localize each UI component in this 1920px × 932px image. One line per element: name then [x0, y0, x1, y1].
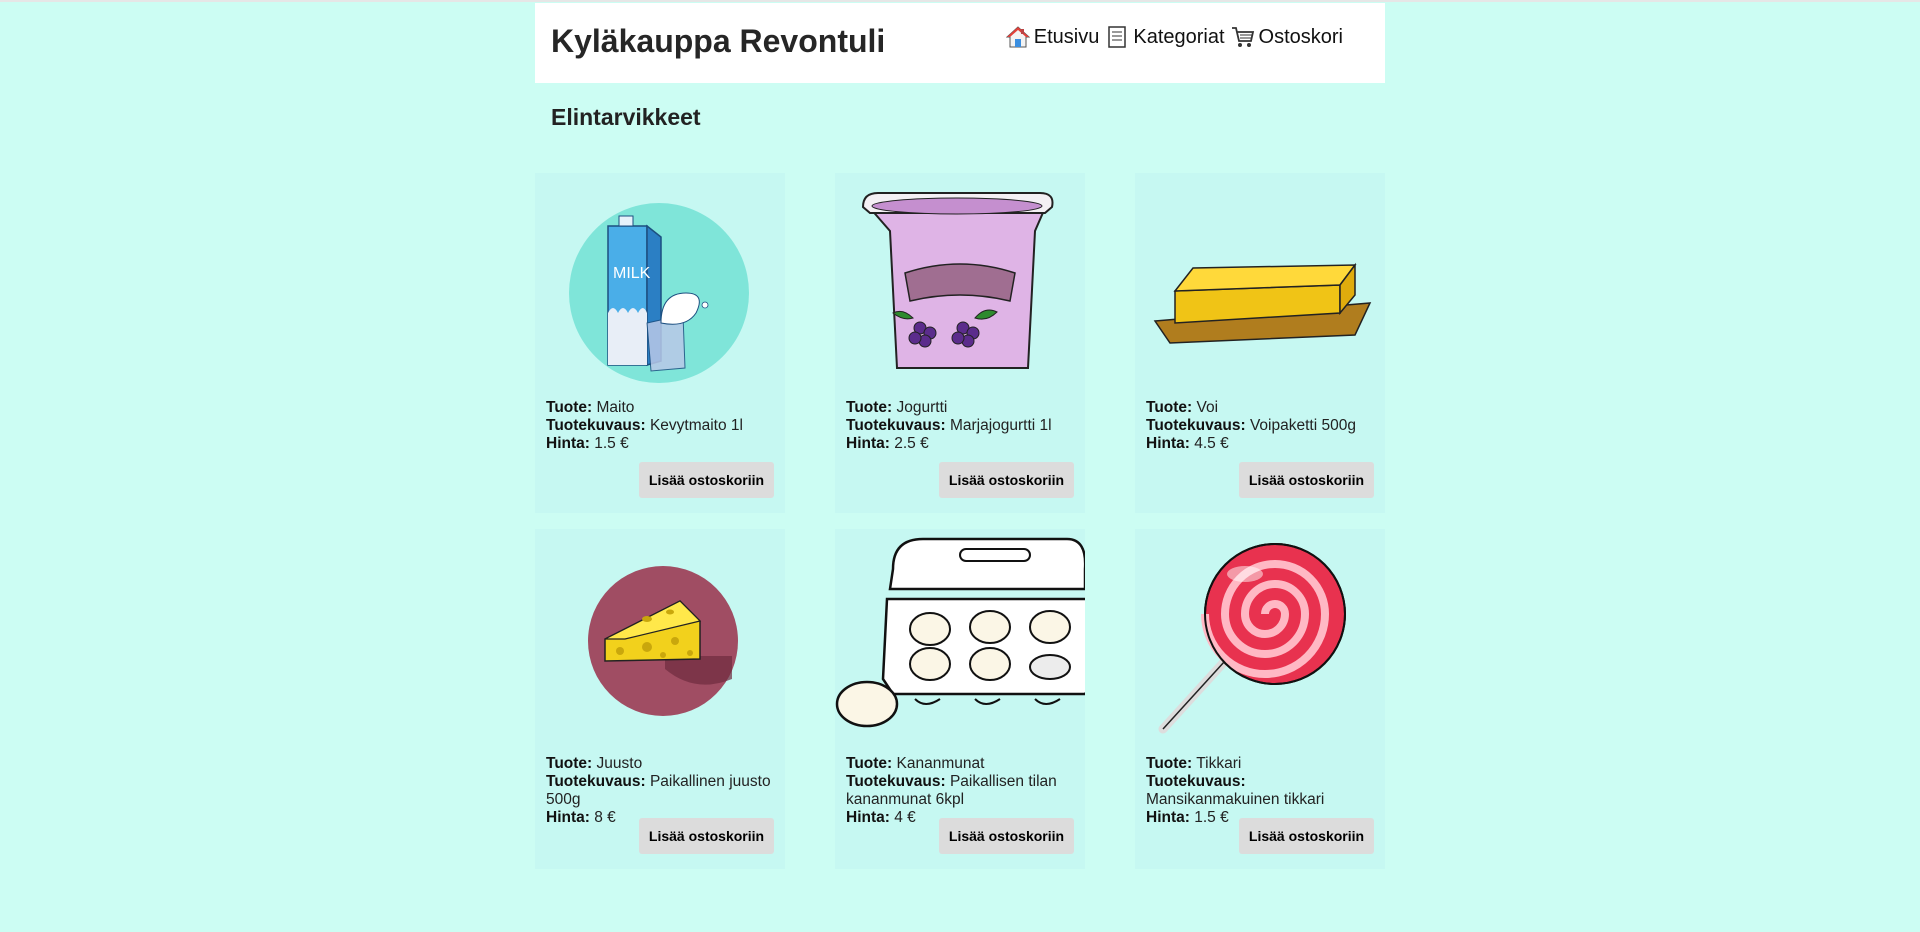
product-price-label: Hinta:	[546, 435, 590, 452]
product-description-label: Tuotekuvaus:	[846, 417, 946, 434]
product-name: Jogurtti	[896, 399, 948, 416]
product-card: Tuote: Tikkari Tuotekuvaus: Mansikanmaku…	[1135, 529, 1385, 869]
product-info: Tuote: Maito Tuotekuvaus: Kevytmaito 1l …	[546, 399, 771, 453]
product-image	[1135, 173, 1385, 393]
nav-cart-label: Ostoskori	[1258, 25, 1343, 48]
site-title: Kyläkauppa Revontuli	[551, 23, 886, 59]
product-info: Tuote: Tikkari Tuotekuvaus: Mansikanmaku…	[1146, 755, 1371, 827]
product-name: Voi	[1196, 399, 1219, 416]
product-description: Mansikanmakuinen tikkari	[1146, 791, 1325, 808]
egg-carton-image	[835, 537, 1085, 728]
add-to-cart-button[interactable]: Lisää ostoskoriin	[939, 462, 1074, 498]
product-price: 4 €	[894, 809, 916, 826]
category-title: Elintarvikkeet	[551, 104, 701, 130]
product-name: Maito	[596, 399, 635, 416]
main-nav: Etusivu Kategoriat Ostoskori	[1002, 25, 1343, 49]
product-image	[835, 529, 1085, 749]
add-to-cart-button[interactable]: Lisää ostoskoriin	[1239, 462, 1374, 498]
nav-home[interactable]: Etusivu	[1005, 25, 1100, 49]
product-image	[1135, 529, 1385, 749]
site-header: Kyläkauppa Revontuli Etusivu Kategoriat …	[535, 3, 1385, 83]
product-description-label: Tuotekuvaus:	[546, 417, 646, 434]
product-name-label: Tuote:	[1146, 755, 1193, 772]
product-name: Kananmunat	[896, 755, 985, 772]
product-name-label: Tuote:	[846, 399, 893, 416]
cart-icon	[1231, 27, 1254, 47]
product-name-label: Tuote:	[546, 755, 593, 772]
product-card: Tuote: Voi Tuotekuvaus: Voipaketti 500g …	[1135, 173, 1385, 513]
add-to-cart-button[interactable]: Lisää ostoskoriin	[939, 818, 1074, 854]
page-container: Kyläkauppa Revontuli Etusivu Kategoriat …	[535, 3, 1385, 869]
product-name-label: Tuote:	[546, 399, 593, 416]
product-info: Tuote: Kananmunat Tuotekuvaus: Paikallis…	[846, 755, 1071, 827]
product-price-label: Hinta:	[546, 809, 590, 826]
product-image	[835, 173, 1085, 393]
product-price: 8 €	[594, 809, 616, 826]
product-card: Tuote: Kananmunat Tuotekuvaus: Paikallis…	[835, 529, 1085, 869]
product-description-label: Tuotekuvaus:	[1146, 417, 1246, 434]
lollipop-image	[1158, 543, 1346, 734]
yogurt-cup-image	[861, 192, 1054, 369]
product-description-label: Tuotekuvaus:	[1146, 773, 1246, 790]
add-to-cart-button[interactable]: Lisää ostoskoriin	[639, 818, 774, 854]
product-description: Marjajogurtti 1l	[949, 417, 1052, 434]
product-name: Tikkari	[1196, 755, 1242, 772]
product-name-label: Tuote:	[1146, 399, 1193, 416]
product-price: 1.5 €	[594, 435, 629, 452]
product-price-label: Hinta:	[1146, 809, 1190, 826]
product-description-label: Tuotekuvaus:	[546, 773, 646, 790]
product-info: Tuote: Juusto Tuotekuvaus: Paikallinen j…	[546, 755, 771, 827]
add-to-cart-button[interactable]: Lisää ostoskoriin	[1239, 818, 1374, 854]
product-card: Tuote: Juusto Tuotekuvaus: Paikallinen j…	[535, 529, 785, 869]
product-image: MILK	[535, 173, 785, 393]
product-info: Tuote: Voi Tuotekuvaus: Voipaketti 500g …	[1146, 399, 1371, 453]
nav-categories-label: Kategoriat	[1133, 25, 1225, 48]
add-to-cart-button[interactable]: Lisää ostoskoriin	[639, 462, 774, 498]
nav-cart[interactable]: Ostoskori	[1231, 25, 1343, 49]
product-name-label: Tuote:	[846, 755, 893, 772]
product-card: MILK Tuote: Maito Tuotekuvaus: Kevytmait…	[535, 173, 785, 513]
product-price-label: Hinta:	[846, 435, 890, 452]
product-description: Voipaketti 500g	[1249, 417, 1356, 434]
nav-home-label: Etusivu	[1033, 25, 1100, 48]
product-price-label: Hinta:	[1146, 435, 1190, 452]
document-icon	[1108, 26, 1127, 48]
product-description: Kevytmaito 1l	[649, 417, 743, 434]
product-price: 1.5 €	[1194, 809, 1229, 826]
top-border	[0, 0, 1920, 2]
product-name: Juusto	[596, 755, 643, 772]
product-card: Tuote: Jogurtti Tuotekuvaus: Marjajogurt…	[835, 173, 1085, 513]
house-icon	[1005, 26, 1030, 48]
cheese-image	[588, 566, 738, 716]
butter-image	[1153, 262, 1372, 344]
milk-label-art: MILK	[613, 265, 651, 282]
product-description-label: Tuotekuvaus:	[846, 773, 946, 790]
product-price-label: Hinta:	[846, 809, 890, 826]
product-image	[535, 529, 785, 749]
nav-categories[interactable]: Kategoriat	[1105, 25, 1225, 49]
product-info: Tuote: Jogurtti Tuotekuvaus: Marjajogurt…	[846, 399, 1071, 453]
milk-carton-image: MILK	[569, 203, 749, 383]
product-price: 2.5 €	[894, 435, 929, 452]
product-price: 4.5 €	[1194, 435, 1229, 452]
